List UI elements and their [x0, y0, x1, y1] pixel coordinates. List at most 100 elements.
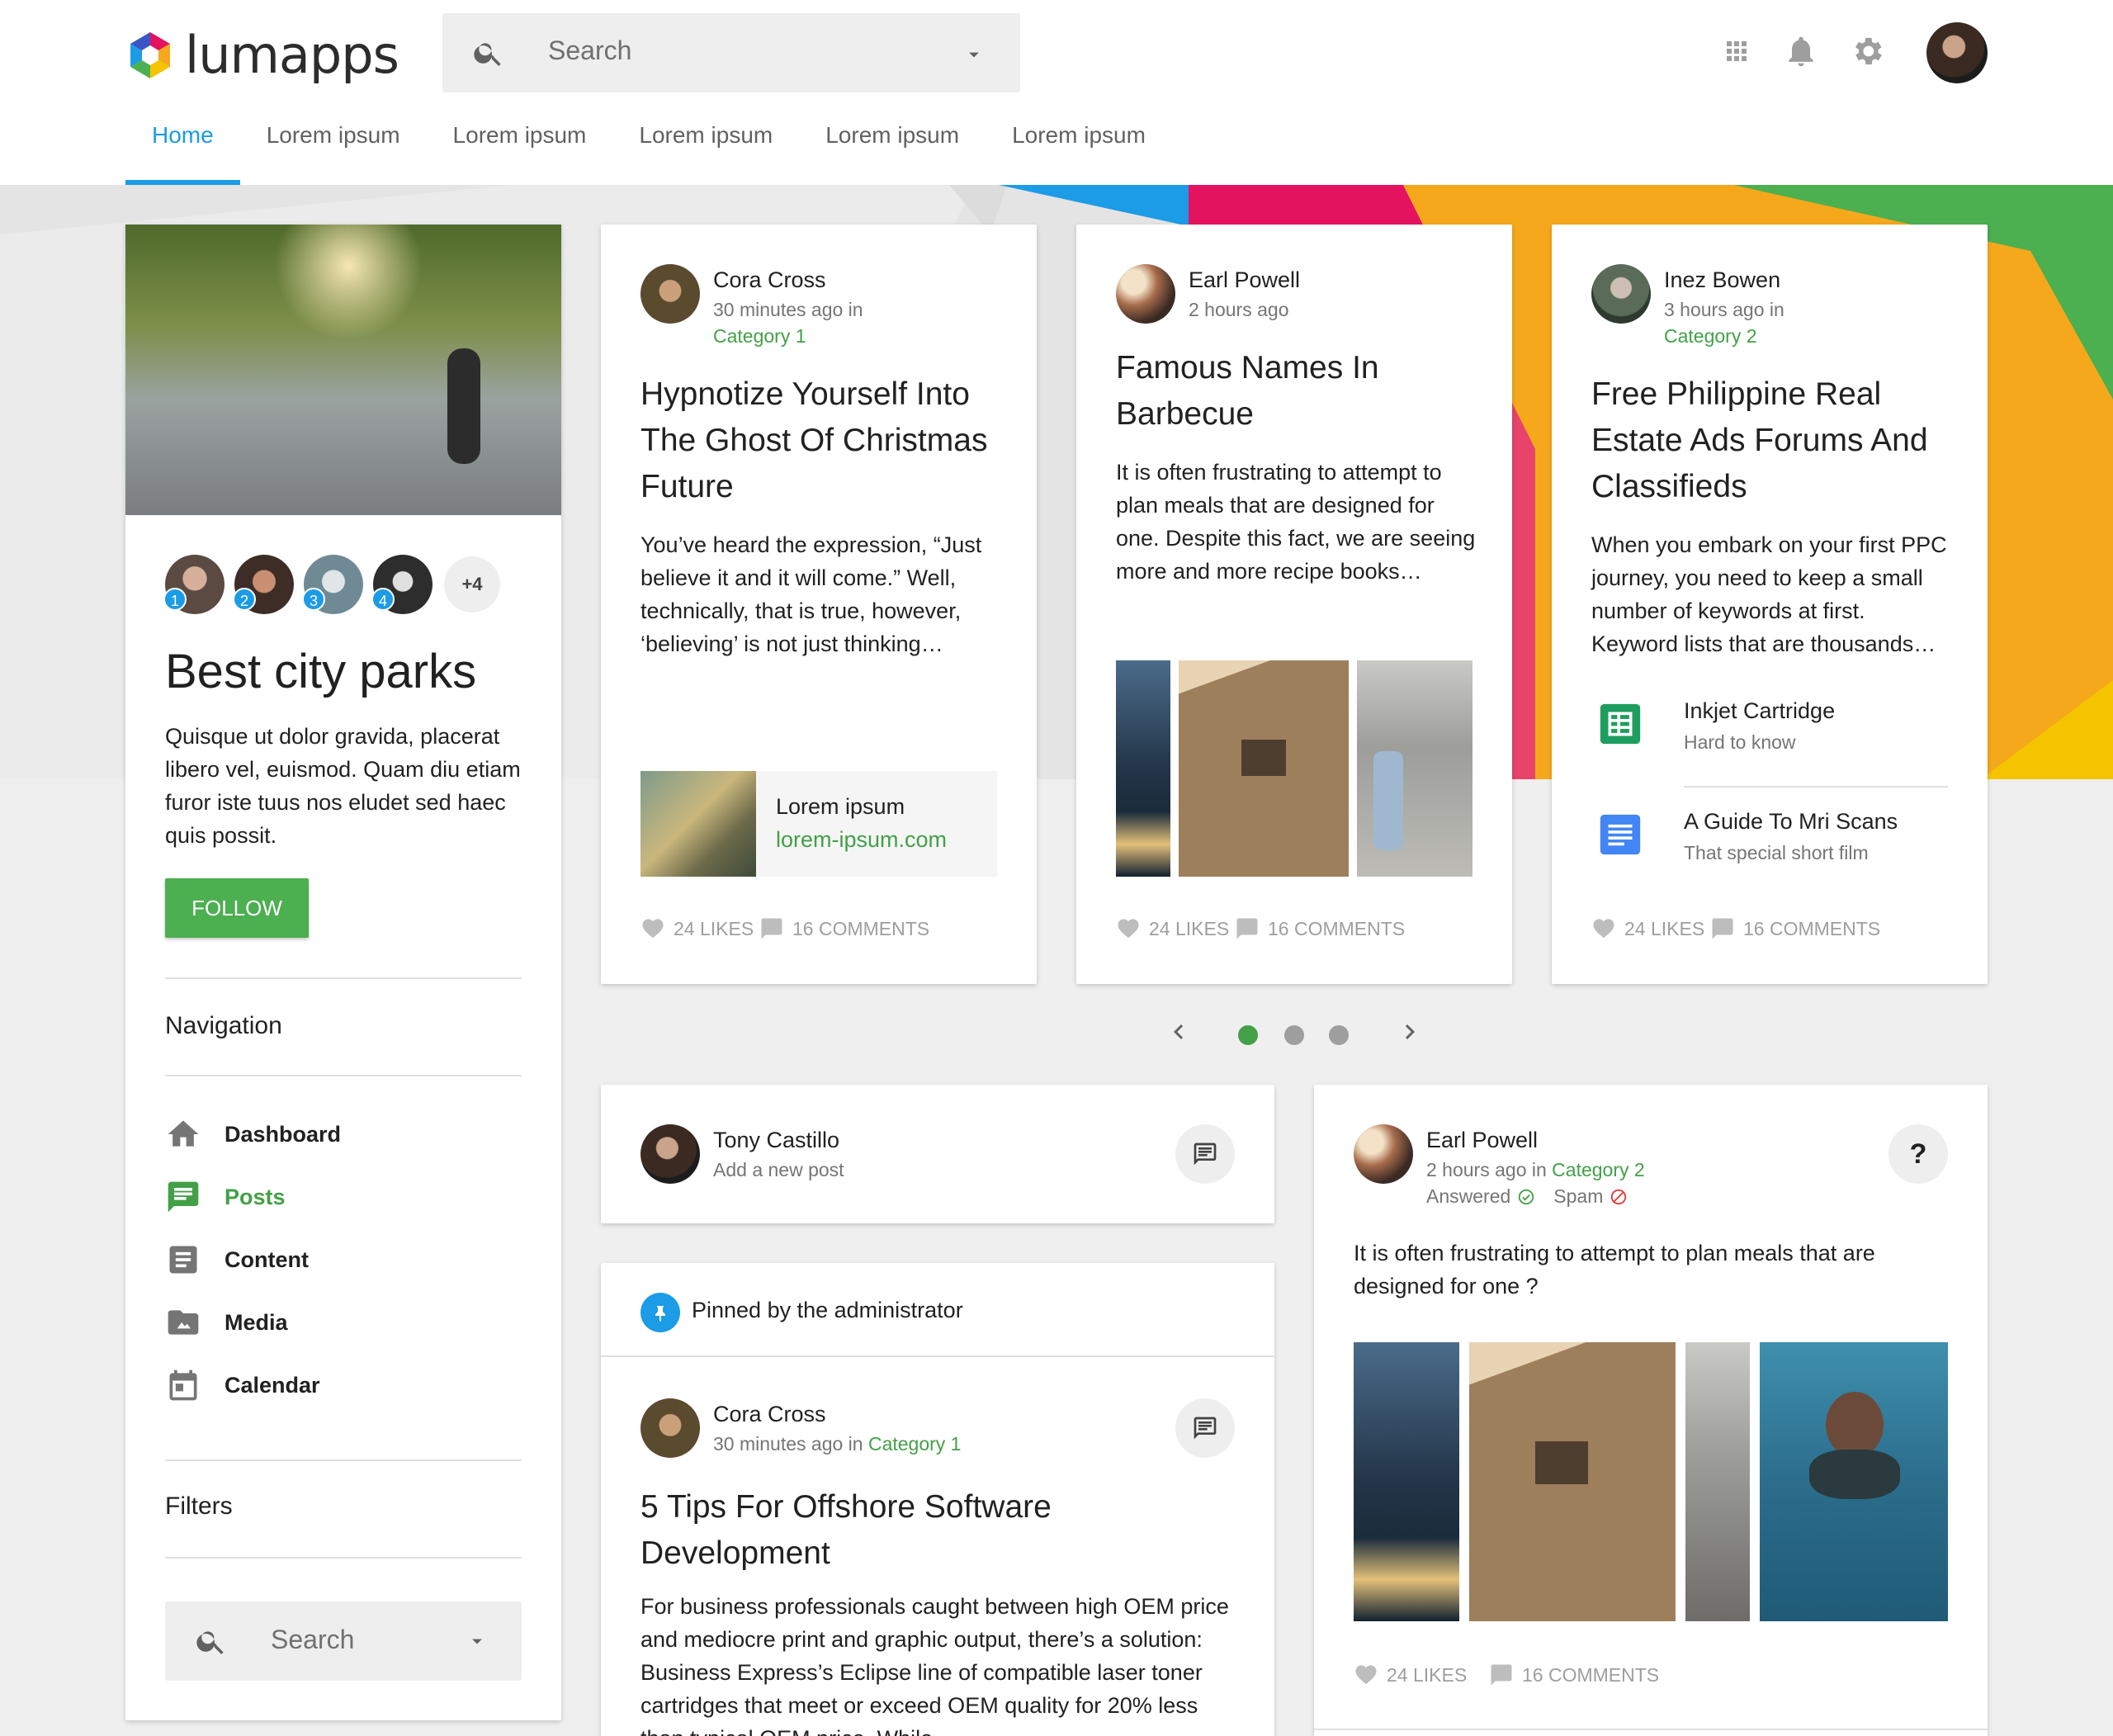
member-badge: 1 — [163, 588, 187, 611]
comments-button[interactable]: 16 COMMENTS — [759, 916, 929, 941]
nav-label: Content — [225, 1246, 309, 1272]
question-post-card[interactable]: Earl Powell 2 hours ago in Category 2 An… — [1314, 1085, 1988, 1736]
comments-count: 16 COMMENTS — [1268, 917, 1406, 939]
author-avatar[interactable] — [641, 264, 700, 324]
post-category[interactable]: Category 2 — [1664, 325, 1757, 348]
post-card[interactable]: Earl Powell 2 hours ago Famous Names In … — [1076, 225, 1512, 984]
pinned-post-card[interactable]: Pinned by the administrator Cora Cross 3… — [601, 1263, 1274, 1736]
app-name: lumapps — [185, 25, 399, 85]
gallery-image[interactable] — [1116, 660, 1170, 877]
post-time: 3 hours ago in — [1664, 299, 1784, 320]
post-excerpt: You’ve heard the expression, “Just belie… — [641, 532, 982, 656]
author-avatar[interactable] — [1591, 264, 1651, 324]
nav-item-calendar[interactable]: Calendar — [165, 1367, 320, 1403]
global-search-input[interactable]: Search — [442, 13, 1020, 92]
gear-icon[interactable] — [1849, 33, 1885, 69]
gallery-image[interactable] — [1357, 660, 1472, 877]
post-category[interactable]: Category 2 — [1552, 1159, 1645, 1180]
post-title[interactable]: Famous Names In Barbecue — [1116, 345, 1479, 438]
likes-button[interactable]: 24 LIKES — [1591, 916, 1704, 941]
link-url[interactable]: lorem-ipsum.com — [776, 827, 947, 853]
post-title[interactable]: 5 Tips For Offshore Software Development — [641, 1484, 1235, 1577]
nav-item-posts[interactable]: Posts — [165, 1179, 286, 1215]
carousel-next-icon[interactable] — [1395, 1017, 1425, 1047]
comments-button[interactable]: 16 COMMENTS — [1489, 1663, 1659, 1687]
apps-grid-icon[interactable] — [1722, 36, 1751, 66]
likes-button[interactable]: 24 LIKES — [641, 916, 754, 941]
question-badge[interactable]: ? — [1888, 1124, 1948, 1184]
gallery-image[interactable] — [1685, 1342, 1750, 1621]
comments-count: 16 COMMENTS — [1522, 1663, 1660, 1686]
author-avatar[interactable] — [1116, 264, 1175, 324]
new-post-composer[interactable]: Tony Castillo Add a new post — [601, 1085, 1274, 1223]
user-avatar[interactable] — [1926, 22, 1988, 83]
more-members-count[interactable]: +4 — [444, 556, 500, 613]
tab-lorem-5[interactable]: Lorem ipsum — [986, 122, 1172, 185]
question-status: Answered Spam — [1426, 1185, 1628, 1208]
composer-prompt[interactable]: Add a new post — [713, 1159, 844, 1181]
author-name[interactable]: Earl Powell — [1189, 267, 1300, 293]
likes-button[interactable]: 24 LIKES — [1116, 916, 1229, 941]
comments-button[interactable]: 16 COMMENTS — [1710, 916, 1880, 941]
tab-home[interactable]: Home — [125, 122, 240, 185]
post-card[interactable]: Cora Cross 30 minutes ago in Category 1 … — [601, 225, 1037, 984]
answered-label: Answered — [1426, 1185, 1511, 1207]
author-avatar[interactable] — [1354, 1124, 1413, 1184]
post-excerpt: It is often frustrating to attempt to pl… — [1116, 460, 1476, 584]
author-name[interactable]: Cora Cross — [713, 1402, 826, 1427]
spam-label: Spam — [1553, 1185, 1604, 1207]
chevron-down-icon[interactable] — [962, 43, 986, 66]
attachment-item[interactable]: Inkjet Cartridge Hard to know — [1591, 692, 1948, 783]
community-card: 1 2 3 4 +4 Best city parks Quisque ut do… — [125, 225, 561, 1720]
post-meta: 30 minutes ago in Category 1 — [713, 1433, 961, 1455]
author-name[interactable]: Earl Powell — [1426, 1128, 1538, 1153]
nav-item-dashboard[interactable]: Dashboard — [165, 1116, 341, 1152]
post-title[interactable]: Hypnotize Yourself Into The Ghost Of Chr… — [641, 371, 1004, 510]
post-category[interactable]: Category 1 — [868, 1433, 962, 1455]
chevron-down-icon[interactable] — [466, 1630, 489, 1653]
carousel-dot[interactable] — [1329, 1025, 1349, 1045]
post-title[interactable]: Free Philippine Real Estate Ads Forums A… — [1591, 371, 1955, 510]
author-name[interactable]: Inez Bowen — [1664, 267, 1780, 293]
tab-lorem-1[interactable]: Lorem ipsum — [240, 122, 427, 185]
gallery-image[interactable] — [1469, 1342, 1676, 1621]
tab-lorem-4[interactable]: Lorem ipsum — [799, 122, 986, 185]
new-post-button[interactable] — [1175, 1124, 1235, 1184]
likes-count: 24 LIKES — [1149, 917, 1230, 939]
gallery-image[interactable] — [1760, 1342, 1948, 1621]
content-icon — [169, 1246, 197, 1274]
nav-item-media[interactable]: Media — [165, 1304, 288, 1341]
app-logo[interactable]: lumapps — [124, 25, 399, 85]
carousel-prev-icon[interactable] — [1164, 1017, 1194, 1047]
post-card[interactable]: Inez Bowen 3 hours ago in Category 2 Fre… — [1552, 225, 1988, 984]
filters-search-input[interactable]: Search — [165, 1601, 522, 1681]
attachment-subtitle: That special short film — [1684, 842, 1869, 863]
divider — [165, 1557, 522, 1559]
comment-button[interactable] — [1175, 1398, 1235, 1458]
attachment-title: A Guide To Mri Scans — [1684, 809, 1898, 834]
heart-icon — [1118, 919, 1139, 939]
comment-icon — [1236, 918, 1258, 939]
author-name[interactable]: Cora Cross — [713, 267, 826, 293]
link-preview[interactable]: Lorem ipsum lorem-ipsum.com — [641, 771, 997, 877]
author-avatar — [641, 1124, 700, 1184]
home-icon — [168, 1120, 199, 1147]
attachment-item[interactable]: A Guide To Mri Scans That special short … — [1591, 802, 1948, 893]
tab-lorem-2[interactable]: Lorem ipsum — [427, 122, 613, 185]
carousel-dot-active[interactable] — [1238, 1025, 1258, 1045]
carousel-dot[interactable] — [1284, 1025, 1304, 1045]
nav-item-content[interactable]: Content — [165, 1242, 309, 1278]
post-category[interactable]: Category 1 — [713, 325, 806, 348]
gallery-image[interactable] — [1179, 660, 1349, 877]
tab-lorem-3[interactable]: Lorem ipsum — [612, 122, 799, 185]
follow-button[interactable]: FOLLOW — [165, 878, 309, 938]
comments-button[interactable]: 16 COMMENTS — [1235, 916, 1405, 941]
likes-button[interactable]: 24 LIKES — [1354, 1663, 1467, 1687]
divider — [165, 977, 522, 979]
gallery-image[interactable] — [1354, 1342, 1459, 1621]
navigation-heading: Navigation — [165, 1012, 282, 1039]
nav-label: Media — [225, 1309, 288, 1335]
bell-icon[interactable] — [1783, 33, 1819, 69]
comment-icon — [1712, 918, 1733, 939]
author-avatar[interactable] — [641, 1398, 700, 1458]
